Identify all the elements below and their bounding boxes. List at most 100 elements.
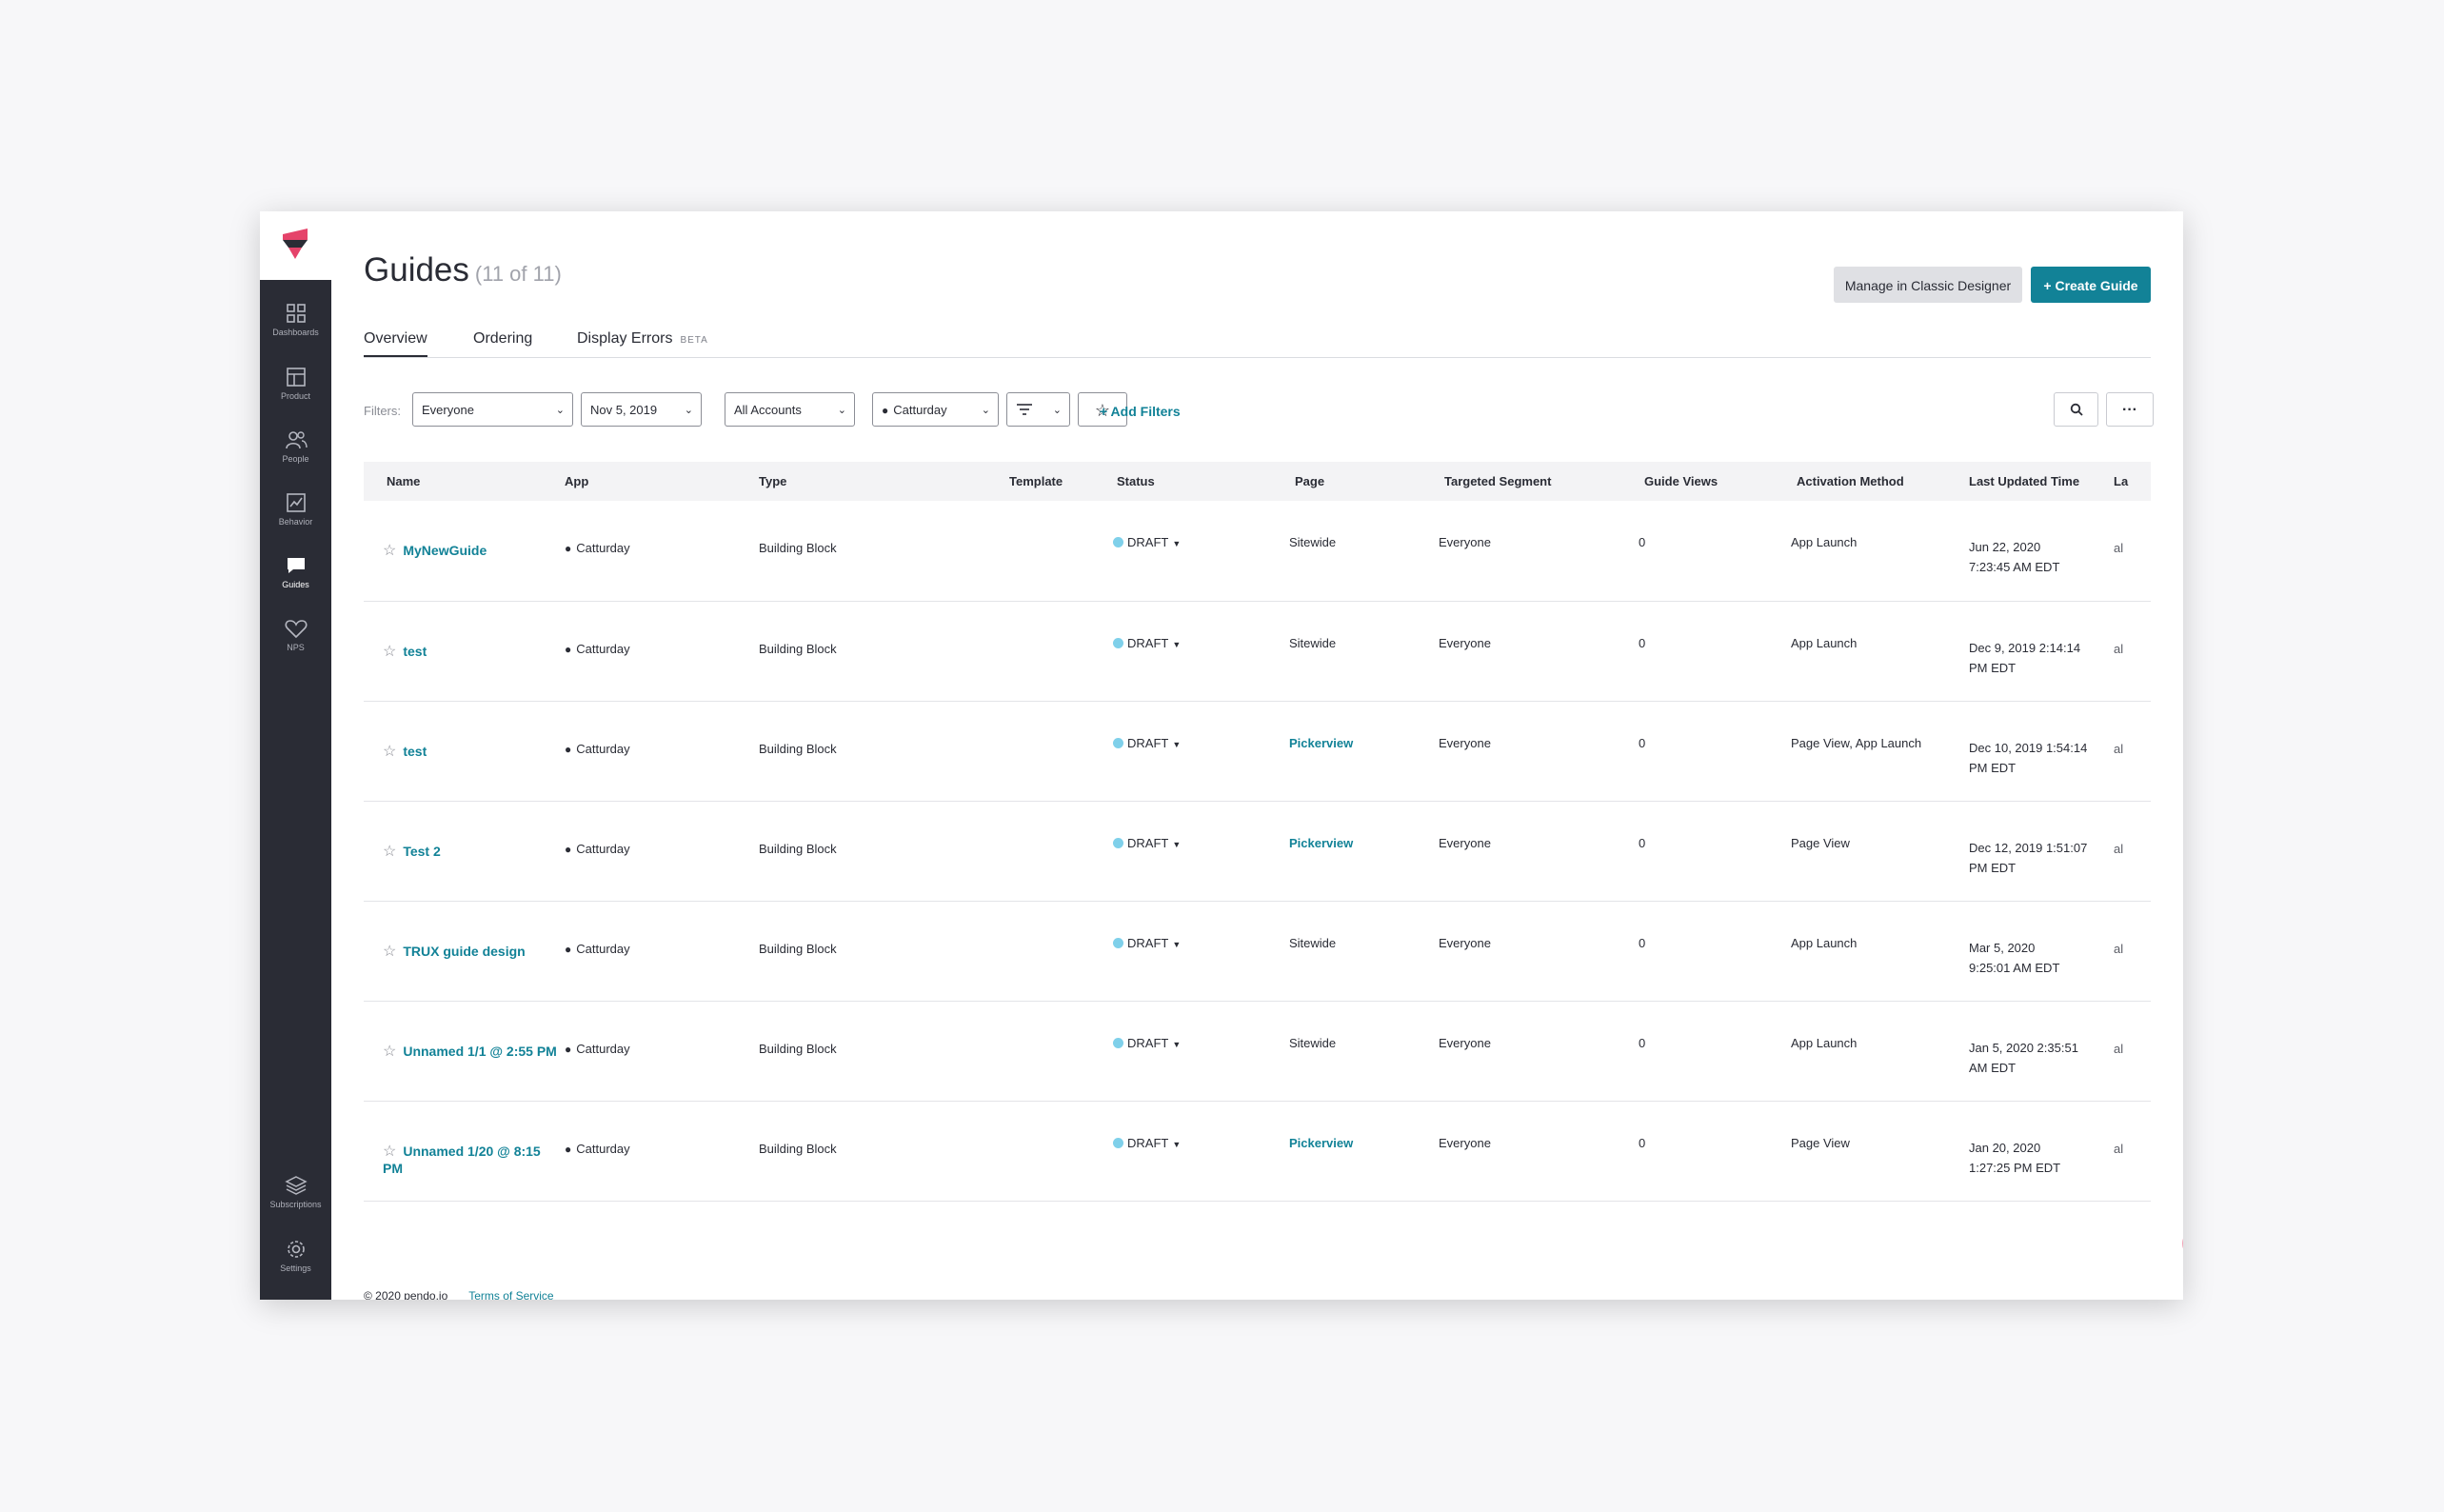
sidebar-item-label: Behavior [278, 517, 313, 527]
status-dropdown[interactable]: DRAFT ▼ [1109, 1001, 1280, 1101]
sidebar-item-behavior[interactable]: Behavior [260, 492, 331, 549]
column-header-type[interactable]: Type [759, 462, 1009, 501]
table-row[interactable]: ☆ Test 2 ● Catturday Building Block DRAFT ▼ Pic… [364, 801, 2151, 901]
type-cell: Building Block [759, 1041, 837, 1056]
page-label: Sitewide [1289, 1035, 1337, 1050]
last-updated-time: 1:27:25 PM EDT [1969, 1160, 2061, 1175]
sidebar-item-people[interactable]: People [260, 429, 331, 487]
star-icon[interactable]: ☆ [383, 844, 396, 860]
app-filter-dropdown[interactable]: ● Catturday ⌄ [872, 392, 999, 427]
guide-name-link[interactable]: test [403, 744, 427, 759]
truncated-cell: al [2114, 541, 2124, 555]
guide-views-cell: 0 [1639, 535, 1646, 549]
chevron-down-icon: ⌄ [1052, 405, 1062, 416]
add-filters-link[interactable]: + Add Filters [1100, 404, 1181, 419]
column-header-page[interactable]: Page [1280, 462, 1429, 501]
star-icon[interactable]: ☆ [383, 944, 396, 960]
column-header-guide-views[interactable]: Guide Views [1629, 462, 1781, 501]
guide-views-cell: 0 [1639, 635, 1646, 650]
table-row[interactable]: ☆ Unnamed 1/1 @ 2:55 PM ● Catturday Building… [364, 1001, 2151, 1101]
activation-method-cell: App Launch [1791, 1035, 1858, 1050]
tab-label: Overview [364, 330, 427, 347]
accounts-filter-dropdown[interactable]: All Accounts ⌄ [725, 392, 855, 427]
status-dropdown[interactable]: DRAFT ▼ [1109, 901, 1280, 1001]
tab-display-errors[interactable]: Display Errors BETA [577, 330, 708, 355]
date-filter-value: Nov 5, 2019 [590, 403, 658, 417]
date-filter-dropdown[interactable]: Nov 5, 2019 ⌄ [581, 392, 702, 427]
sidebar-item-guides[interactable]: Guides [260, 555, 331, 612]
pendo-logo[interactable] [260, 211, 331, 280]
status-dropdown[interactable]: DRAFT ▼ [1109, 601, 1280, 701]
column-header-status[interactable]: Status [1109, 462, 1280, 501]
last-updated-cell: Jan 20, 2020 1:27:25 PM EDT [1957, 1101, 2110, 1201]
star-icon[interactable]: ☆ [383, 644, 396, 660]
truncated-cell: al [2114, 841, 2124, 856]
guide-views-cell: 0 [1639, 935, 1646, 950]
page-link[interactable]: Pickerview [1289, 1136, 1353, 1150]
star-icon[interactable]: ☆ [383, 744, 396, 760]
guide-views-cell: 0 [1639, 735, 1646, 750]
sidebar-item-settings[interactable]: Settings [260, 1239, 331, 1296]
last-updated-time: PM EDT [1969, 660, 2017, 675]
beta-badge: BETA [680, 335, 708, 346]
status-dot [1113, 1037, 1123, 1048]
sidebar-item-product[interactable]: Product [260, 367, 331, 424]
column-header-last-updated[interactable]: Last Updated Time [1957, 462, 2110, 501]
column-header-template[interactable]: Template [1009, 462, 1109, 501]
last-updated-date: Mar 5, 2020 [1969, 940, 2036, 955]
sidebar-item-nps[interactable]: NPS [260, 618, 331, 675]
column-header-activation-method[interactable]: Activation Method [1781, 462, 1957, 501]
caret-down-icon: ▼ [1172, 539, 1182, 548]
page-label: Sitewide [1289, 935, 1337, 950]
manage-classic-designer-button[interactable]: Manage in Classic Designer [1834, 267, 2022, 303]
table-row[interactable]: ☆ MyNewGuide ● Catturday Building Block DRAFT… [364, 501, 2151, 601]
table-row[interactable]: ☆ test ● Catturday Building Block DRAFT ▼ Picke… [364, 701, 2151, 801]
apple-icon: ● [565, 842, 572, 856]
page-link[interactable]: Pickerview [1289, 736, 1353, 750]
status-dropdown[interactable]: DRAFT ▼ [1109, 501, 1280, 601]
column-header-targeted-segment[interactable]: Targeted Segment [1429, 462, 1629, 501]
status-dropdown[interactable]: DRAFT ▼ [1109, 701, 1280, 801]
table-row[interactable]: ☆ test ● Catturday Building Block DRAFT ▼ Sitew… [364, 601, 2151, 701]
segment-filter-dropdown[interactable]: Everyone ⌄ [412, 392, 573, 427]
guide-name-link[interactable]: Test 2 [403, 844, 440, 859]
template-cell [1009, 801, 1109, 901]
guide-name-link[interactable]: MyNewGuide [403, 543, 487, 558]
guide-name-link[interactable]: test [403, 644, 427, 659]
star-icon[interactable]: ☆ [383, 1044, 396, 1060]
tab-ordering[interactable]: Ordering [473, 330, 532, 355]
sidebar-item-subscriptions[interactable]: Subscriptions [260, 1175, 331, 1232]
status-dropdown[interactable]: DRAFT ▼ [1109, 801, 1280, 901]
guide-name-link[interactable]: Unnamed 1/20 @ 8:15 PM [383, 1144, 541, 1176]
table-row[interactable]: ☆ Unnamed 1/20 @ 8:15 PM ● Catturday Buildin… [364, 1101, 2151, 1201]
status-dot [1113, 537, 1123, 547]
dashboards-icon [286, 304, 306, 323]
more-options-button[interactable]: ··· [2106, 392, 2154, 427]
truncated-cell: al [2114, 1141, 2124, 1156]
sidebar-item-label: NPS [287, 643, 305, 652]
tab-overview[interactable]: Overview [364, 330, 427, 357]
filters-label: Filters: [364, 404, 401, 418]
create-guide-button[interactable]: + Create Guide [2031, 267, 2151, 303]
page-label: Sitewide [1289, 535, 1337, 549]
column-header-name[interactable]: Name [364, 462, 559, 501]
sidebar-item-dashboards[interactable]: Dashboards [260, 303, 331, 360]
terms-of-service-link[interactable]: Terms of Service [468, 1289, 553, 1300]
column-header-app[interactable]: App [559, 462, 759, 501]
guide-name-link[interactable]: TRUX guide design [403, 944, 525, 959]
template-cell [1009, 901, 1109, 1001]
last-updated-date: Dec 9, 2019 2:14:14 [1969, 640, 2081, 655]
apple-icon: ● [565, 942, 572, 956]
app-name: Catturday [576, 641, 630, 656]
star-icon[interactable]: ☆ [383, 1144, 396, 1160]
caret-down-icon: ▼ [1172, 639, 1182, 649]
table-row[interactable]: ☆ TRUX guide design ● Catturday Building Blo… [364, 901, 2151, 1001]
status-dropdown[interactable]: DRAFT ▼ [1109, 1101, 1280, 1201]
apple-icon: ● [565, 1042, 572, 1056]
guide-name-link[interactable]: Unnamed 1/1 @ 2:55 PM [403, 1044, 556, 1059]
star-icon[interactable]: ☆ [383, 543, 396, 559]
column-header-la[interactable]: La [2110, 462, 2151, 501]
page-link[interactable]: Pickerview [1289, 836, 1353, 850]
search-button[interactable] [2054, 392, 2098, 427]
sort-filter-dropdown[interactable]: ⌄ [1006, 392, 1070, 427]
